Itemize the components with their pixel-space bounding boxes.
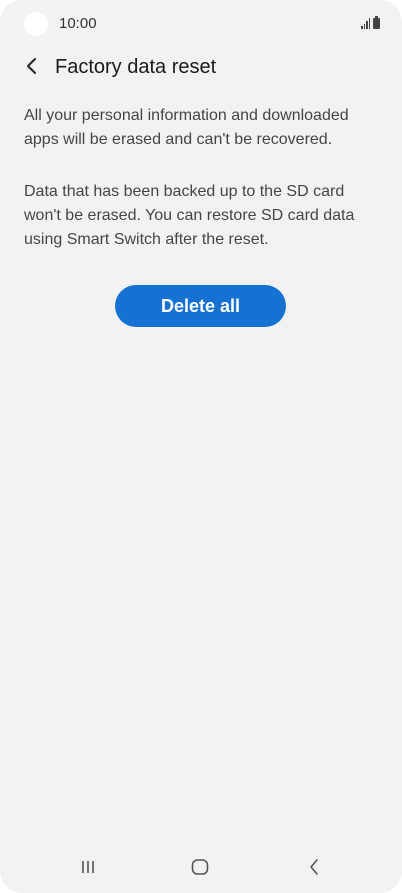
- main-content: All your personal information and downlo…: [24, 104, 374, 252]
- nav-back-button[interactable]: [294, 853, 334, 881]
- sd-card-info-text: Data that has been backed up to the SD c…: [24, 183, 355, 248]
- phone-screen: 10:00 Factory data reset All your person…: [0, 0, 402, 893]
- battery-icon: [373, 16, 380, 29]
- signal-icon: [361, 18, 370, 29]
- status-time: 10:00: [59, 15, 97, 32]
- back-button[interactable]: [16, 50, 48, 82]
- recent-apps-icon: [82, 861, 94, 873]
- app-header: Factory data reset: [0, 46, 402, 88]
- status-bar: 10:00: [0, 0, 402, 48]
- navigation-bar: [0, 845, 402, 893]
- back-icon: [310, 859, 318, 875]
- chevron-left-icon: [27, 58, 36, 74]
- erase-warning-text: All your personal information and downlo…: [24, 107, 349, 148]
- status-icons: [361, 16, 380, 29]
- camera-cutout: [24, 12, 48, 36]
- home-button[interactable]: [180, 853, 220, 881]
- page-title: Factory data reset: [55, 56, 217, 78]
- home-icon: [191, 859, 209, 875]
- delete-all-button[interactable]: Delete all: [115, 285, 286, 327]
- recent-apps-button[interactable]: [68, 853, 108, 881]
